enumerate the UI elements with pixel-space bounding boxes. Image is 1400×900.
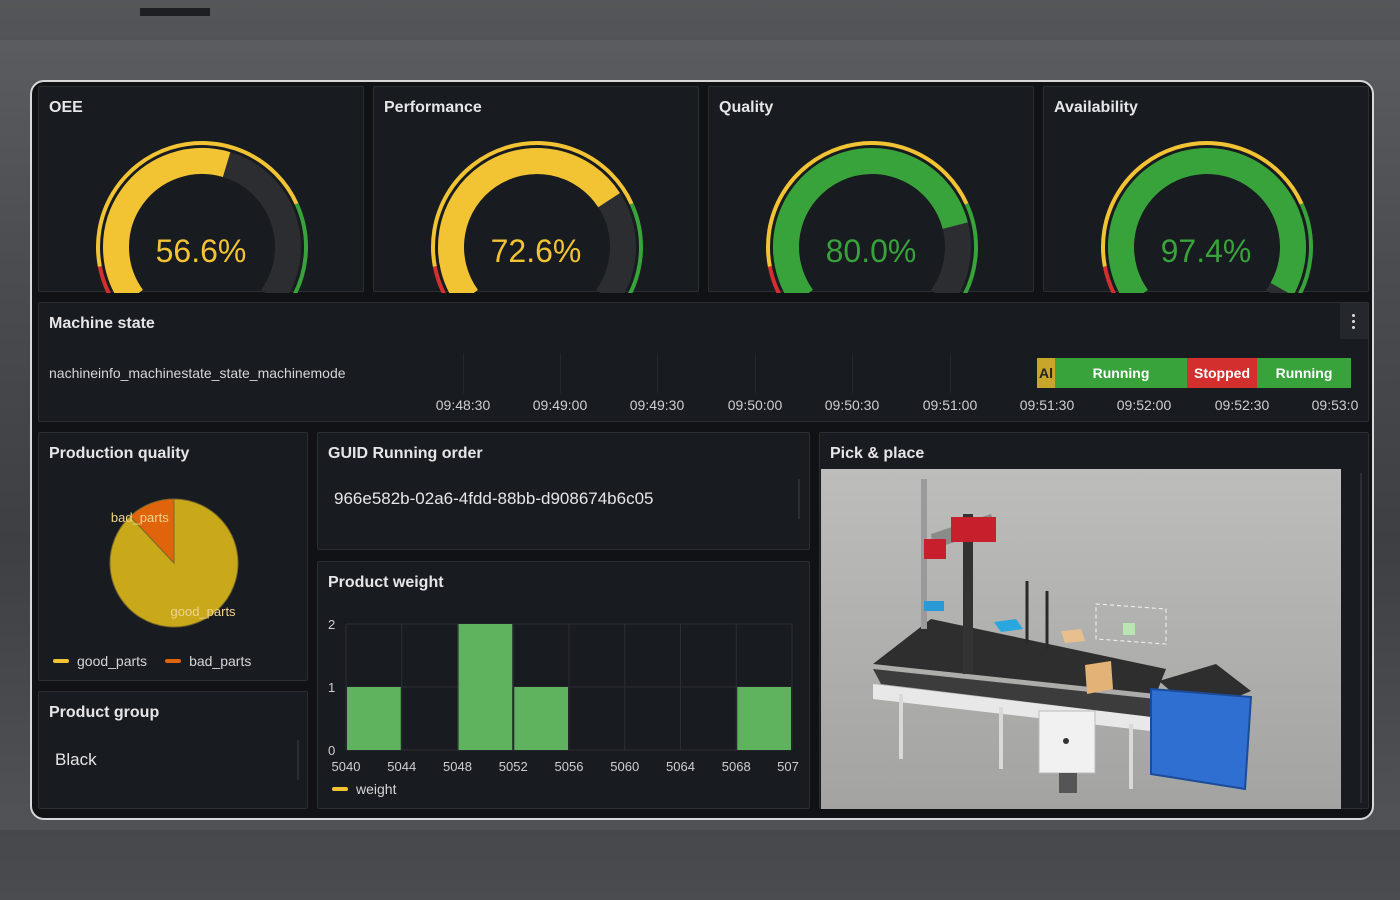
time-tick: 09:51:30: [1019, 397, 1075, 413]
gauge-value-arc: [438, 148, 620, 293]
pie-slice-label: bad_parts: [111, 510, 169, 525]
panel-title: GUID Running order: [328, 445, 483, 462]
pie-legend: good_parts bad_parts: [53, 653, 251, 669]
y-tick-label: 0: [328, 743, 335, 758]
grid-line: [755, 353, 756, 393]
weight-histogram: 0 1 2 5040 5044 5048 5052 5056 5060 5064 5068 507: [328, 617, 799, 774]
x-tick-label: 5068: [722, 759, 751, 774]
pie-chart: good_parts bad_parts: [109, 498, 239, 628]
gauge-panel-availability[interactable]: Availability 97.4%: [1043, 86, 1369, 293]
machine-state-panel[interactable]: Machine state nachineinfo_machinestate_s…: [38, 302, 1369, 422]
legend-swatch: [332, 787, 348, 791]
production-quality-panel[interactable]: Production quality good_parts bad_parts g…: [38, 432, 308, 681]
time-tick: 09:50:30: [824, 397, 880, 413]
background-beam: [140, 8, 210, 16]
grid-line: [950, 353, 951, 393]
histogram-bar: [458, 624, 513, 750]
gauge-value-arc: [1108, 148, 1306, 293]
pick-place-panel[interactable]: Pick & place: [819, 432, 1369, 809]
legend-swatch: [165, 659, 182, 663]
panel-title: Production quality: [49, 445, 190, 462]
robot-head: [951, 517, 996, 542]
gauge-value-arc: [773, 148, 968, 293]
panel-title: Pick & place: [830, 445, 925, 462]
gauge-value: 56.6%: [155, 233, 247, 269]
product-group-value: Black: [55, 750, 97, 769]
y-tick-label: 2: [328, 617, 335, 632]
legend-item[interactable]: good_parts: [77, 653, 147, 669]
grid-line: [852, 353, 853, 393]
state-segment[interactable]: Running: [1257, 358, 1351, 388]
legend-swatch: [53, 659, 69, 663]
time-tick: 09:49:30: [629, 397, 685, 413]
product-weight-panel[interactable]: Product weight 0 1 2 5040 5044 5048 5052 5056 50…: [317, 561, 810, 809]
robot-tag: [924, 539, 946, 559]
product-box: [1061, 629, 1085, 643]
grid-line: [560, 353, 561, 393]
time-tick: 09:49:00: [532, 397, 588, 413]
x-tick-label: 5044: [387, 759, 416, 774]
x-tick-label: 5048: [443, 759, 472, 774]
time-tick: 09:52:30: [1214, 397, 1270, 413]
pie-slice-label: good_parts: [171, 604, 237, 619]
histogram-bar: [514, 687, 568, 750]
scrollbar[interactable]: [798, 479, 800, 519]
guid-panel[interactable]: GUID Running order 966e582b-02a6-4fdd-88…: [317, 432, 810, 550]
grid-line: [657, 353, 658, 393]
gauge-panel-quality[interactable]: Quality 80.0%: [708, 86, 1034, 293]
series-label: nachineinfo_machinestate_state_machinemo…: [49, 365, 346, 381]
panel-title: Machine state: [49, 315, 155, 332]
state-segment[interactable]: Al: [1037, 358, 1055, 388]
x-tick-label: 5052: [499, 759, 528, 774]
x-tick-label: 507: [777, 759, 799, 774]
panel-title: Product group: [49, 704, 160, 721]
pick-place-scene: [821, 469, 1341, 809]
background-beam: [0, 0, 1400, 40]
product-box: [1123, 623, 1135, 635]
x-tick-label: 5060: [610, 759, 639, 774]
cabinet-button: [1063, 738, 1069, 744]
gauge-panel-oee[interactable]: OEE 56.6%: [38, 86, 364, 293]
legend-item[interactable]: bad_parts: [189, 653, 251, 669]
grid-line: [463, 353, 464, 393]
scrollbar[interactable]: [297, 740, 299, 780]
gauge-value: 80.0%: [825, 233, 917, 269]
background-beam: [0, 830, 1400, 900]
x-tick-label: 5064: [666, 759, 695, 774]
time-tick: 09:50:00: [727, 397, 783, 413]
product-group-panel[interactable]: Product group Black: [38, 691, 308, 809]
gauge-panel-performance[interactable]: Performance 72.6%: [373, 86, 699, 293]
histogram-bar: [737, 687, 791, 750]
dashboard: OEE 56.6% Performance 72.6% Quality 80.0…: [30, 80, 1374, 820]
x-tick-label: 5040: [332, 759, 361, 774]
cabinet-stand: [1059, 773, 1077, 793]
legend-item[interactable]: weight: [356, 781, 396, 797]
robot-base: [924, 601, 944, 611]
product-box: [1085, 661, 1113, 694]
state-segment[interactable]: Running: [1055, 358, 1187, 388]
y-tick-label: 1: [328, 680, 335, 695]
guid-value: 966e582b-02a6-4fdd-88bb-d908674b6c05: [334, 489, 654, 508]
weight-legend: weight: [332, 781, 396, 797]
state-timeline: Al Running Stopped Running: [1037, 358, 1351, 388]
gauge-value: 72.6%: [490, 233, 582, 269]
gauge-value-arc: [103, 148, 231, 293]
state-segment[interactable]: Stopped: [1187, 358, 1257, 388]
gauge-value: 97.4%: [1160, 233, 1252, 269]
histogram-bar: [347, 687, 401, 750]
time-tick: 09:53:0: [1311, 397, 1359, 413]
scrollbar[interactable]: [1360, 473, 1362, 803]
time-tick: 09:52:00: [1116, 397, 1172, 413]
blue-bin: [1150, 687, 1253, 791]
x-tick-label: 5056: [555, 759, 584, 774]
time-tick: 09:48:30: [435, 397, 491, 413]
panel-menu-icon[interactable]: [1340, 303, 1368, 339]
time-tick: 09:51:00: [922, 397, 978, 413]
